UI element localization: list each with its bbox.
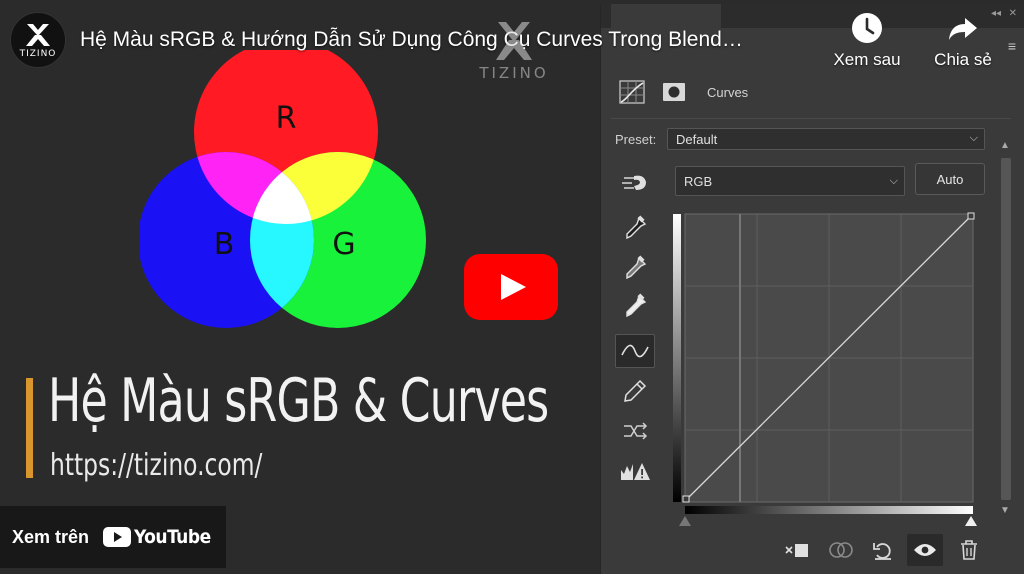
close-icon: ✕ — [1008, 8, 1017, 19]
channel-value: RGB — [684, 174, 713, 189]
smooth-curve-icon — [615, 414, 655, 448]
on-image-adjust-icon — [615, 166, 655, 200]
watch-on-youtube-button[interactable]: Xem trên YouTube — [0, 506, 226, 568]
watch-later-label: Xem sau — [833, 50, 901, 69]
auto-button: Auto — [915, 163, 985, 195]
clipping-warning-icon — [615, 454, 655, 488]
channel-watermark: TIZINO — [474, 20, 554, 92]
scroll-thumb — [1001, 158, 1011, 500]
divider — [611, 118, 1011, 119]
clip-to-layer-icon — [779, 534, 815, 566]
chevron-down-icon: ⌵ — [969, 132, 978, 144]
rgb-venn-diagram: R B G — [140, 50, 426, 328]
curves-adjustment-icon — [617, 77, 647, 107]
label-r: R — [276, 101, 297, 136]
thumbnail-heading: Hệ Màu sRGB & Curves — [48, 366, 549, 436]
scroll-up-icon: ▲ — [1000, 140, 1010, 151]
play-button[interactable] — [464, 254, 558, 320]
video-embed[interactable]: R B G Hệ Màu sRGB & Curves https://tizin… — [0, 0, 1024, 574]
youtube-wordmark: YouTube — [134, 526, 211, 548]
channel-avatar[interactable]: TIZINO — [10, 12, 66, 68]
curves-graph — [673, 212, 977, 526]
label-b: B — [214, 227, 235, 262]
gray-point-eyedropper-icon — [615, 252, 655, 286]
pencil-icon — [615, 374, 655, 408]
curves-properties-panel: ◂◂ ✕ ≡ Curves Preset: Default ⌵ RGB ⌵ Au… — [600, 4, 1024, 574]
preset-value: Default — [676, 132, 718, 147]
visibility-eye-icon — [907, 534, 943, 566]
curve-points-tool-icon — [615, 334, 655, 368]
scroll-down-icon: ▼ — [1000, 505, 1010, 516]
reset-icon — [865, 534, 901, 566]
youtube-play-icon — [103, 527, 132, 547]
adjustment-name: Curves — [707, 84, 749, 100]
trash-icon — [951, 534, 987, 566]
accent-bar — [26, 378, 33, 478]
channel-dropdown: RGB ⌵ — [675, 166, 905, 196]
watermark-text: TIZINO — [479, 64, 549, 82]
thumbnail-url: https://tizino.com/ — [50, 448, 263, 483]
adjustment-header: Curves — [617, 74, 748, 110]
share-label: Chia sẻ — [934, 50, 992, 69]
panel-bottom-toolbar — [601, 524, 1024, 574]
share-button[interactable]: Chia sẻ — [918, 12, 1008, 70]
tizino-logo-icon — [26, 23, 50, 46]
clock-icon — [852, 13, 882, 43]
watch-on-label: Xem trên — [12, 526, 90, 547]
video-title-link[interactable]: Hệ Màu sRGB & Hướng Dẫn Sử Dụng Công Cụ … — [80, 28, 743, 52]
panel-menu-icon: ≡ — [1007, 38, 1016, 54]
white-point-eyedropper-icon — [615, 290, 655, 324]
tizino-watermark-icon — [496, 22, 532, 60]
share-arrow-icon — [949, 18, 977, 40]
youtube-logo: YouTube — [103, 526, 211, 548]
watch-later-button[interactable]: Xem sau — [822, 12, 912, 70]
preset-label: Preset: — [615, 132, 657, 147]
layer-mask-icon — [659, 77, 689, 107]
black-point-eyedropper-icon — [615, 212, 655, 246]
panel-scrollbar: ▲ ▼ — [999, 140, 1013, 516]
preset-dropdown: Default ⌵ — [667, 128, 985, 150]
label-g: G — [332, 227, 355, 262]
channel-logo-text: TIZINO — [19, 48, 57, 59]
properties-tab — [611, 4, 721, 28]
chevron-down-icon: ⌵ — [889, 175, 898, 187]
view-previous-state-icon — [823, 534, 859, 566]
